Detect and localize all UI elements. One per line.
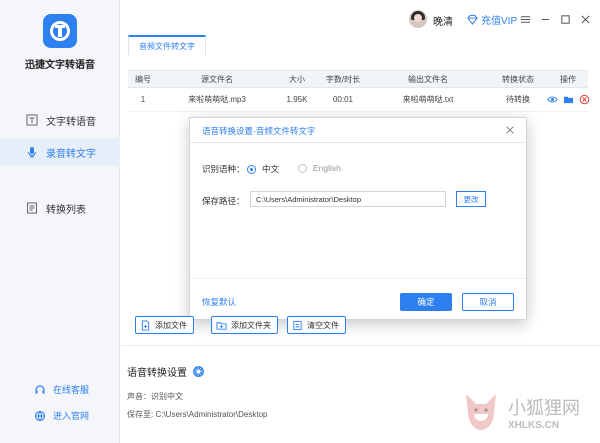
language-label: 识别语种： [202, 164, 245, 174]
username[interactable]: 晚清 [433, 13, 453, 28]
add-file-icon [140, 319, 151, 331]
clear-files-button[interactable]: 清空文件 [287, 316, 346, 334]
column-header: 转换状态 [502, 74, 534, 84]
eye-icon[interactable] [546, 94, 558, 105]
section-divider [121, 345, 600, 346]
output-filename: 来啦萌萌哒.txt [402, 95, 454, 104]
clear-files-label: 清空文件 [307, 320, 339, 330]
settings-icon[interactable] [518, 12, 532, 26]
app-logo [43, 14, 77, 48]
dialog-footer-divider [190, 278, 526, 279]
minimize-icon[interactable] [538, 12, 552, 26]
add-folder-label: 添加文件夹 [231, 320, 271, 330]
diamond-icon [466, 14, 478, 26]
sidebar-item-conversion-list[interactable]: 转换列表 [0, 194, 120, 222]
restore-default-link[interactable]: 恢复默认 [202, 296, 236, 308]
online-service-link[interactable]: 在线客服 [34, 383, 89, 396]
dialog-close-icon[interactable] [504, 124, 516, 136]
title-bar: 晚清 充值VIP [121, 0, 600, 38]
app-name: 迅捷文字转语音 [25, 60, 95, 71]
radio-label: 中文 [262, 164, 280, 174]
radio-label: English [313, 163, 341, 173]
source-filename: 来啦萌萌哒.mp3 [188, 95, 246, 104]
vip-label: 充值VIP [481, 16, 518, 27]
folder-icon[interactable] [563, 94, 574, 105]
radio-unchecked-icon [298, 163, 307, 173]
column-header: 输出文件名 [408, 74, 448, 84]
vip-button[interactable]: 充值VIP [466, 12, 517, 27]
file-table: 编号 源文件名 大小 字数/时长 输出文件名 转换状态 操作 1 来啦萌萌哒.m… [128, 70, 590, 112]
add-file-label: 添加文件 [155, 320, 187, 330]
watermark-text: 小狐狸网 [508, 398, 580, 419]
maximize-icon[interactable] [558, 12, 572, 26]
save-path-input[interactable] [250, 191, 446, 207]
conversion-settings-dialog: 语音转换设置-音频文件转文字 识别语种： 中文 English 保存路径： 更改… [189, 117, 527, 320]
close-icon[interactable] [578, 12, 592, 26]
conversion-status: 待转换 [506, 95, 530, 104]
table-row[interactable]: 1 来啦萌萌哒.mp3 1.95K 00:01 来啦萌萌哒.txt 待转换 [128, 88, 590, 112]
settings-title-text: 语音转换设置 [127, 368, 187, 379]
cancel-button[interactable]: 取消 [462, 293, 514, 311]
add-folder-button[interactable]: 添加文件夹 [211, 316, 278, 334]
tab-audio-to-text[interactable]: 音频文件转文字 [128, 35, 206, 55]
dialog-divider [190, 142, 526, 143]
voice-setting: 声音：识别中文 [127, 392, 183, 401]
headset-icon [34, 384, 46, 396]
column-header: 操作 [560, 74, 576, 84]
globe-icon [34, 410, 46, 422]
sidebar-item-label: 文字转语音 [46, 116, 96, 128]
column-header: 字数/时长 [325, 74, 361, 84]
ok-button[interactable]: 确定 [400, 293, 452, 311]
fox-logo-icon [466, 394, 496, 430]
dialog-title: 语音转换设置-音频文件转文字 [202, 126, 316, 136]
column-header: 编号 [135, 74, 151, 84]
official-site-label: 进入官网 [53, 411, 90, 421]
save-path-label: 保存路径： [202, 196, 245, 206]
delete-icon[interactable] [579, 94, 590, 105]
sidebar-item-text-to-speech[interactable]: 文字转语音 [0, 106, 120, 134]
table-header: 编号 源文件名 大小 字数/时长 输出文件名 转换状态 操作 [128, 70, 588, 88]
text-icon [26, 114, 38, 126]
online-service-label: 在线客服 [53, 385, 90, 395]
column-header: 源文件名 [201, 74, 233, 84]
column-header: 大小 [289, 74, 305, 84]
sidebar: 迅捷文字转语音 文字转语音 录音转文字 转换列表 在线客服 进入官网 [0, 0, 120, 443]
change-path-button[interactable]: 更改 [456, 191, 486, 207]
row-operations [546, 88, 590, 111]
settings-title: 语音转换设置 [127, 364, 213, 379]
watermark: 小狐狸网 XHLKS.CN [460, 388, 600, 443]
microphone-icon [26, 146, 38, 158]
list-icon [26, 202, 38, 214]
language-radio-english[interactable]: English [298, 163, 341, 173]
file-size: 1.95K [286, 95, 308, 104]
add-file-button[interactable]: 添加文件 [135, 316, 194, 334]
official-site-link[interactable]: 进入官网 [34, 409, 89, 422]
watermark-url: XHLKS.CN [508, 420, 560, 431]
clear-icon [292, 320, 303, 331]
gear-icon[interactable] [192, 365, 205, 378]
sidebar-item-speech-to-text[interactable]: 录音转文字 [0, 138, 120, 166]
row-index: 1 [140, 95, 146, 104]
sidebar-item-label: 录音转文字 [46, 148, 96, 160]
avatar[interactable] [409, 10, 427, 28]
radio-checked-icon [247, 164, 256, 174]
file-duration: 00:01 [332, 95, 354, 104]
add-folder-icon [216, 320, 227, 331]
save-location: 保存至: C:\Users\Administrator\Desktop [127, 410, 268, 419]
sidebar-item-label: 转换列表 [46, 204, 86, 216]
language-radio-chinese[interactable]: 中文 [247, 163, 279, 175]
